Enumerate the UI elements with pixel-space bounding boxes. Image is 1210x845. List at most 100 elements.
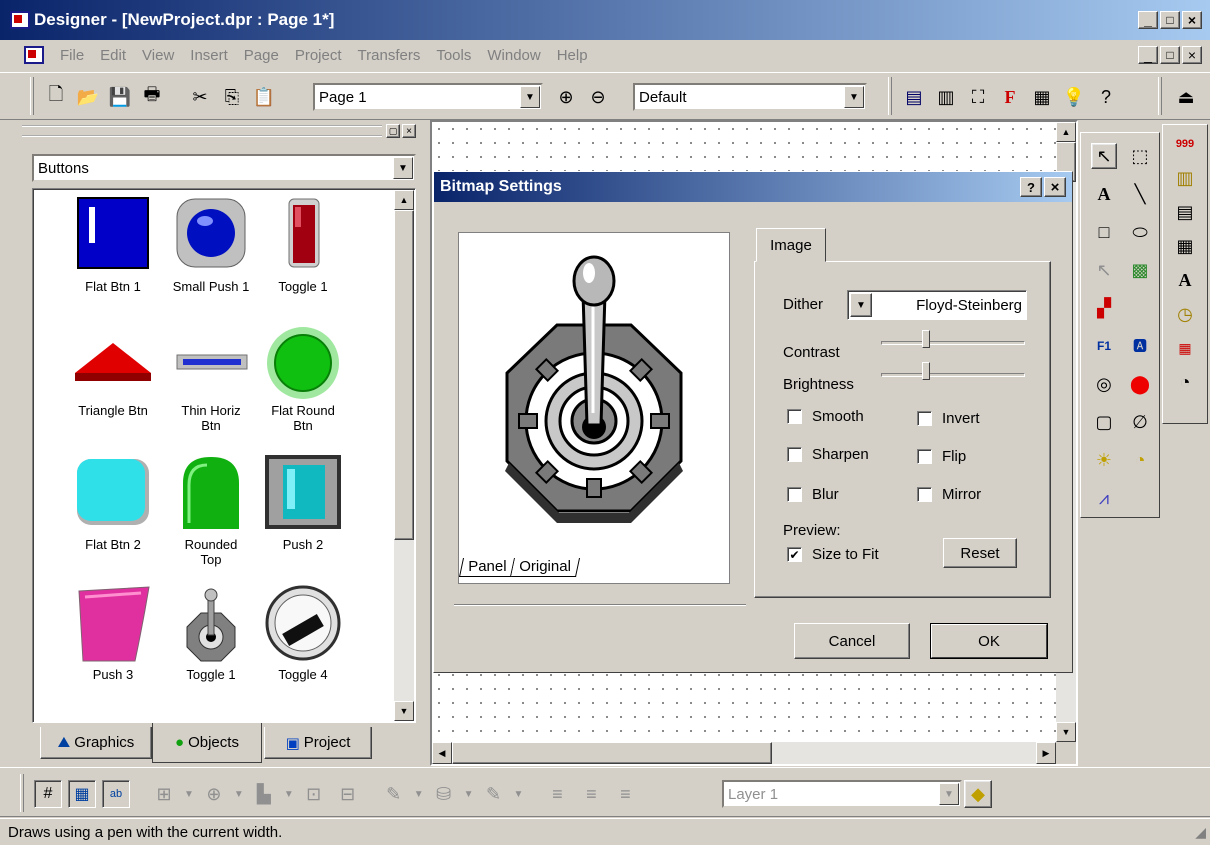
- list-item[interactable]: Toggle 4: [253, 583, 353, 703]
- grid-icon[interactable]: #: [34, 780, 62, 808]
- category-select[interactable]: Buttons ▼: [32, 154, 416, 182]
- tab-image[interactable]: Image: [756, 228, 826, 262]
- canvas-horizontal-scrollbar[interactable]: ◀ ▶: [432, 742, 1056, 764]
- list-scrollbar[interactable]: ▲ ▼: [394, 190, 414, 721]
- slider-thumb[interactable]: [921, 330, 930, 348]
- chevron-down-icon[interactable]: ▼: [850, 293, 872, 317]
- list-item[interactable]: Small Push 1: [161, 195, 261, 305]
- dropdown-arrow-icon[interactable]: ▼: [514, 789, 524, 800]
- color-fill-icon[interactable]: ▞: [1091, 295, 1117, 321]
- flip-checkbox[interactable]: Flip: [917, 448, 966, 465]
- menu-help[interactable]: Help: [549, 47, 596, 64]
- menu-edit[interactable]: Edit: [92, 47, 134, 64]
- checkbox[interactable]: [787, 447, 802, 462]
- trend-icon[interactable]: ⩘: [1091, 485, 1117, 511]
- layer-settings-icon[interactable]: ◆: [964, 780, 992, 808]
- f1-key-icon[interactable]: F1: [1091, 333, 1117, 359]
- invert-checkbox[interactable]: Invert: [917, 410, 980, 427]
- toolbar-grip[interactable]: [30, 77, 34, 115]
- align-icon[interactable]: ⊞: [150, 780, 178, 808]
- blur-checkbox[interactable]: Blur: [787, 486, 839, 503]
- a-key-icon[interactable]: 🅰: [1127, 333, 1153, 359]
- tab-graphics[interactable]: ⛰ Graphics: [40, 727, 152, 759]
- panel-restore-button[interactable]: ▢: [386, 124, 400, 138]
- list-item[interactable]: Push 3: [63, 583, 163, 703]
- download-icon[interactable]: ⏏: [1172, 83, 1200, 111]
- checkbox[interactable]: [917, 487, 932, 502]
- rounded-rect-icon[interactable]: ▢: [1091, 409, 1117, 435]
- dialog-close-button[interactable]: ×: [1044, 177, 1066, 197]
- menu-window[interactable]: Window: [479, 47, 548, 64]
- text-tool-icon[interactable]: A: [1091, 181, 1117, 207]
- list-item[interactable]: Flat Btn 2: [63, 453, 163, 573]
- layer-select[interactable]: Layer 1 ▼: [722, 780, 962, 808]
- tab-objects[interactable]: ● Objects: [152, 723, 262, 763]
- scroll-right-icon[interactable]: ▶: [1036, 742, 1056, 764]
- panel-grip[interactable]: [22, 125, 382, 137]
- doc-restore-button[interactable]: □: [1160, 46, 1180, 64]
- toolbar-grip[interactable]: [20, 774, 24, 812]
- ok-button[interactable]: OK: [930, 623, 1048, 659]
- gauge-icon[interactable]: ◔: [1127, 447, 1153, 473]
- chevron-down-icon[interactable]: ▼: [520, 86, 540, 108]
- scroll-thumb[interactable]: [452, 742, 772, 764]
- pointer-icon[interactable]: ↖: [1091, 143, 1117, 169]
- align-right-icon[interactable]: ≡: [611, 780, 639, 808]
- align-center-icon[interactable]: ≡: [577, 780, 605, 808]
- dropdown-arrow-icon[interactable]: ▼: [184, 789, 194, 800]
- save-icon[interactable]: 💾: [106, 83, 134, 111]
- lightbulb-icon[interactable]: 💡: [1060, 83, 1088, 111]
- counter-icon[interactable]: 999: [1172, 131, 1198, 157]
- checkbox[interactable]: [787, 487, 802, 502]
- arrow-tool-icon[interactable]: ↖: [1091, 257, 1117, 283]
- dropdown-arrow-icon[interactable]: ▼: [234, 789, 244, 800]
- font-icon[interactable]: F: [996, 83, 1024, 111]
- checkbox[interactable]: ✔: [787, 547, 802, 562]
- zoom-out-icon[interactable]: ⊖: [584, 83, 612, 111]
- chevron-down-icon[interactable]: ▼: [393, 157, 413, 179]
- pen-icon[interactable]: ✎: [380, 780, 408, 808]
- sharpen-checkbox[interactable]: Sharpen: [787, 446, 869, 463]
- dialog-title-bar[interactable]: Bitmap Settings ? ×: [434, 172, 1072, 202]
- size-to-fit-checkbox[interactable]: ✔ Size to Fit: [787, 546, 879, 563]
- display-icon[interactable]: ▤: [900, 83, 928, 111]
- menu-insert[interactable]: Insert: [182, 47, 236, 64]
- center-icon[interactable]: ⊕: [200, 780, 228, 808]
- numeric-display-icon[interactable]: ▤: [1172, 199, 1198, 225]
- doc-minimize-button[interactable]: _: [1138, 46, 1158, 64]
- cancel-button[interactable]: Cancel: [794, 623, 910, 659]
- list-item[interactable]: Flat Round Btn: [253, 325, 353, 445]
- checkbox[interactable]: [917, 449, 932, 464]
- menu-file[interactable]: File: [52, 47, 92, 64]
- menu-tools[interactable]: Tools: [428, 47, 479, 64]
- line-tool-icon[interactable]: ╲: [1127, 181, 1153, 207]
- alarm-icon[interactable]: ◔: [1172, 369, 1198, 395]
- list-item[interactable]: Flat Btn 1: [63, 195, 163, 305]
- fill-icon[interactable]: ⛁: [430, 780, 458, 808]
- copy-icon[interactable]: ⎘: [218, 83, 246, 111]
- align-left-icon[interactable]: ≡: [543, 780, 571, 808]
- cut-icon[interactable]: ✂: [186, 83, 214, 111]
- scroll-up-icon[interactable]: ▲: [1056, 122, 1076, 142]
- order-icon[interactable]: ▙: [250, 780, 278, 808]
- bar-chart-icon[interactable]: ▥: [1172, 165, 1198, 191]
- network-icon[interactable]: ⛶: [964, 83, 992, 111]
- slider-thumb[interactable]: [921, 362, 930, 380]
- minimize-button[interactable]: _: [1138, 11, 1158, 29]
- chevron-down-icon[interactable]: ▼: [939, 783, 959, 805]
- scroll-down-icon[interactable]: ▼: [394, 701, 414, 721]
- tab-original[interactable]: Original: [511, 558, 581, 577]
- doc-close-button[interactable]: ×: [1182, 46, 1202, 64]
- list-item[interactable]: Triangle Btn: [63, 325, 163, 445]
- line-width-icon[interactable]: ✎: [480, 780, 508, 808]
- filmstrip-icon[interactable]: ▦: [1172, 233, 1198, 259]
- calendar-icon[interactable]: ▦: [1172, 335, 1198, 361]
- toolbar-grip[interactable]: [888, 77, 892, 115]
- marquee-icon[interactable]: ⬚: [1127, 143, 1153, 169]
- film-icon[interactable]: ▦: [1028, 83, 1056, 111]
- bar-graph-icon[interactable]: ▥: [932, 83, 960, 111]
- restore-button[interactable]: □: [1160, 11, 1180, 29]
- knob-icon[interactable]: ◎: [1091, 371, 1117, 397]
- clock-icon[interactable]: ◷: [1172, 301, 1198, 327]
- lamp-icon[interactable]: ☀: [1091, 447, 1117, 473]
